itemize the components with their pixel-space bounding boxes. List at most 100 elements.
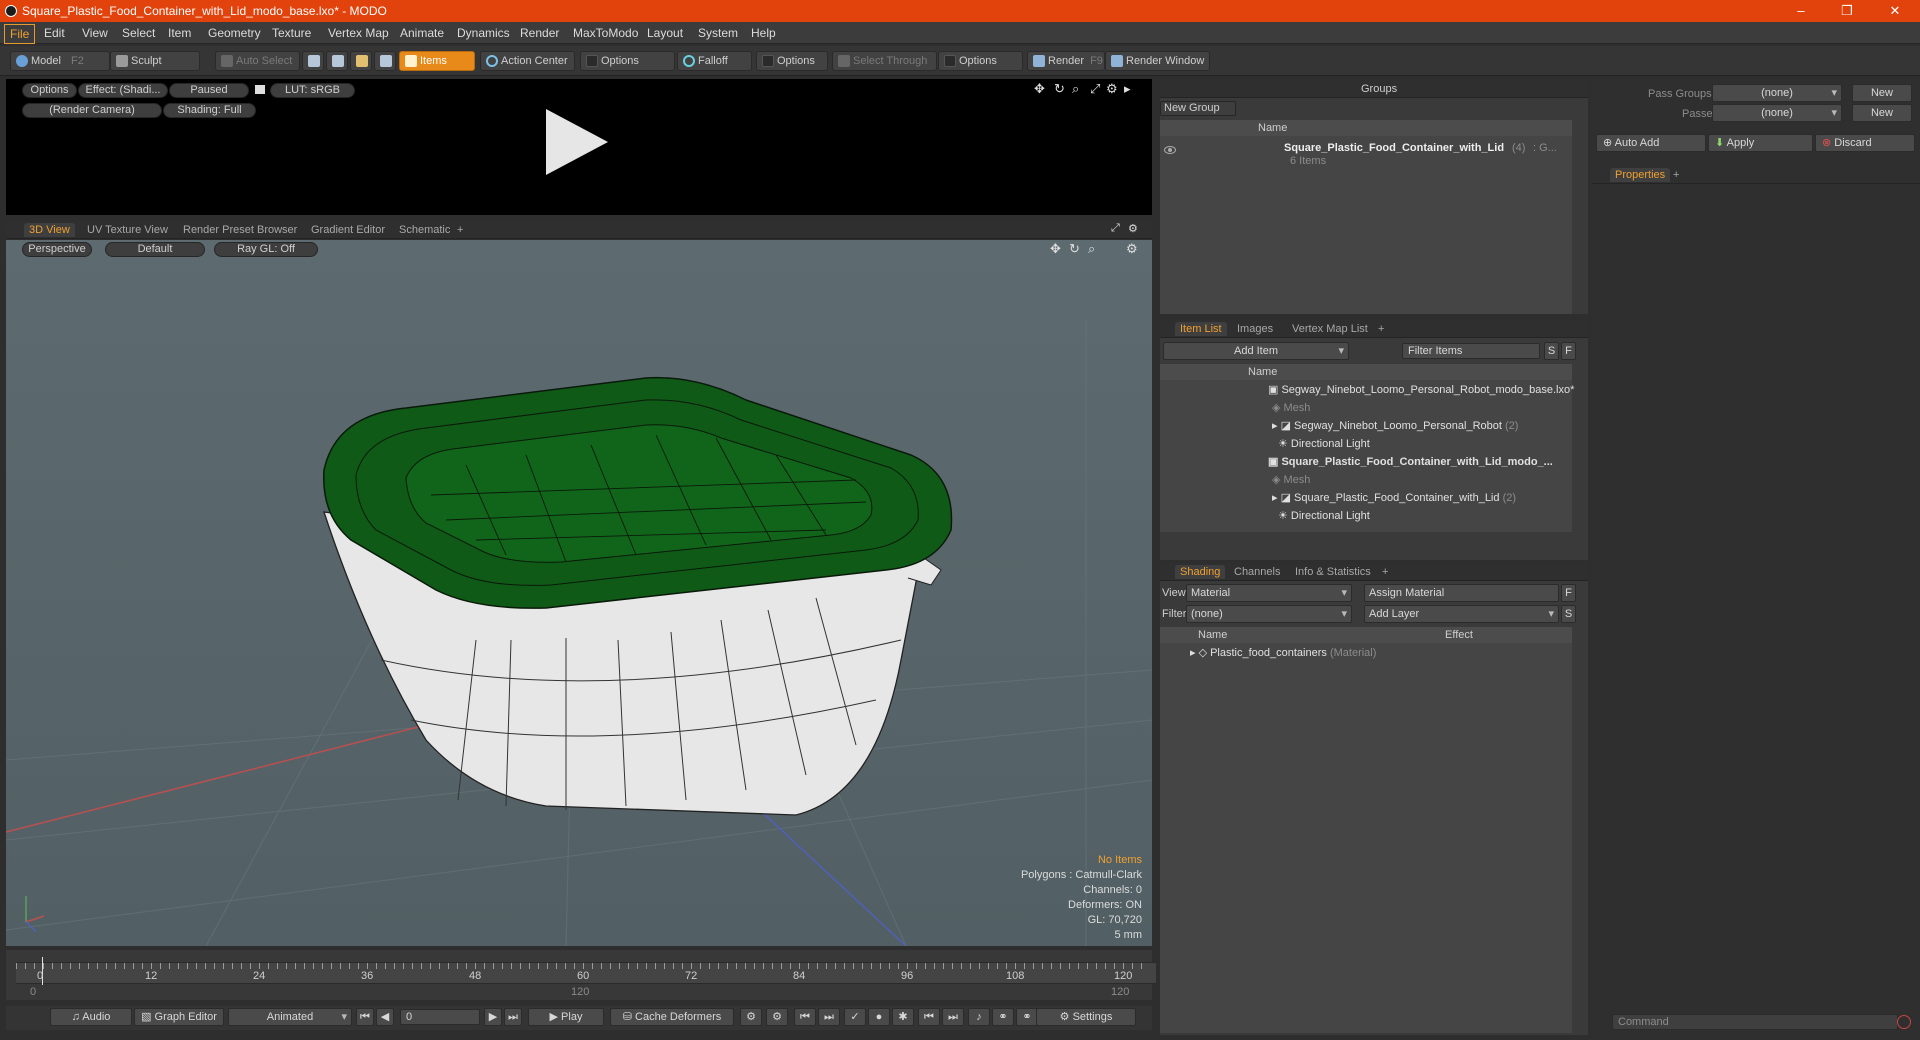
render-camera-dropdown[interactable]: (Render Camera) [22,103,162,118]
add-tab-button[interactable]: + [1377,565,1393,579]
menu-select[interactable]: Select [122,26,155,40]
add-layer-dropdown[interactable]: Add Layer [1364,605,1559,623]
menu-animate[interactable]: Animate [400,26,444,40]
select-through-options-button[interactable]: Options [938,51,1023,71]
tab-channels[interactable]: Channels [1229,565,1285,579]
preview-options-button[interactable]: Options [22,83,77,98]
zoom-view-icon[interactable]: ⌕ [1088,241,1095,257]
key-filter-icon[interactable]: ✱ [892,1008,914,1026]
material-row[interactable]: ▸ ◇ Plastic_food_containers (Material) [1190,646,1376,664]
passes-dropdown[interactable]: (none) [1712,104,1842,122]
menu-texture[interactable]: Texture [272,26,311,40]
tab-vertex-map-list[interactable]: Vertex Map List [1287,322,1373,336]
tab-properties[interactable]: Properties [1610,168,1671,182]
action-center-options-button[interactable]: Options [580,51,675,71]
materials-mode-button[interactable] [374,51,396,71]
menu-render[interactable]: Render [520,26,559,40]
shading-dropdown[interactable]: Shading: Full [163,103,256,118]
add-tab-button[interactable]: + [1373,322,1389,336]
preview-effect-dropdown[interactable]: Effect: (Shadi... [78,83,168,98]
filter-items-input[interactable]: Filter Items [1402,343,1540,359]
tab-gradient-editor[interactable]: Gradient Editor [306,223,390,237]
action-center-button[interactable]: Action Center [480,51,575,71]
move-view-icon[interactable]: ✥ [1050,241,1061,257]
tab-shading[interactable]: Shading [1175,565,1226,579]
gear-icon[interactable]: ⚙ [1128,222,1138,235]
perspective-dropdown[interactable]: Perspective [22,242,92,257]
move-view-icon[interactable]: ✥ [1034,81,1045,97]
model-mode-button[interactable]: Model F2 [10,51,110,71]
edges-mode-button[interactable] [326,51,348,71]
expand-arrow-icon[interactable]: ▸ [1124,81,1131,97]
menu-maxtomodo[interactable]: MaxToModo [573,26,638,40]
graph-editor-button[interactable]: ▧ Graph Editor [134,1008,224,1026]
settings-button[interactable]: ⚙ Settings [1036,1008,1136,1026]
menu-view[interactable]: View [82,26,108,40]
new-pass-group-button[interactable]: New [1852,84,1912,102]
tab-uv-texture-view[interactable]: UV Texture View [82,223,173,237]
auto-key-icon[interactable]: ✓ [844,1008,866,1026]
tab-item-list[interactable]: Item List [1175,322,1227,336]
auto-select-button[interactable]: Auto Select [215,51,300,71]
menu-vertex-map[interactable]: Vertex Map [328,26,389,40]
s-button[interactable]: S [1544,342,1559,360]
pass-groups-dropdown[interactable]: (none) [1712,84,1842,102]
next-key-icon[interactable]: ⏭ [818,1008,840,1026]
last-frame-button[interactable]: ⏭ [504,1008,522,1026]
sound-icon[interactable]: ♪ [968,1008,990,1026]
items-mode-button[interactable]: Items [399,51,475,71]
new-group-button[interactable]: New Group [1160,101,1236,116]
new-pass-button[interactable]: New [1852,104,1912,122]
list-item[interactable]: ▸ ◪ Segway_Ninebot_Loomo_Personal_Robot … [1272,419,1518,437]
restore-button[interactable]: ❐ [1832,2,1862,20]
preview-pause-button[interactable]: Paused [169,83,249,98]
render-button[interactable]: Render F9 [1027,51,1105,71]
add-tab-button[interactable]: + [1668,168,1684,182]
3d-viewport[interactable]: Perspective Default Ray GL: Off ✥ ↻ ⌕ ⚙ … [6,240,1152,946]
gear-icon[interactable]: ⚙ [1126,241,1138,257]
f-button[interactable]: F [1561,342,1576,360]
menu-file[interactable]: File [4,24,36,44]
list-item[interactable]: ☀ Directional Light [1278,437,1370,455]
falloff-button[interactable]: Falloff [677,51,752,71]
view-dropdown[interactable]: Material [1186,584,1352,602]
gear-icon[interactable]: ⚙ [1106,81,1118,97]
raygl-dropdown[interactable]: Ray GL: Off [214,242,318,257]
play-button[interactable]: ▶ Play [528,1008,604,1026]
polygons-mode-button[interactable] [350,51,372,71]
tab-images[interactable]: Images [1232,322,1278,336]
assign-material-button[interactable]: Assign Material [1364,584,1559,602]
rotate-view-icon[interactable]: ↻ [1069,241,1080,257]
link-icon[interactable]: ⚭ [1016,1008,1038,1026]
menu-layout[interactable]: Layout [647,26,683,40]
menu-edit[interactable]: Edit [44,26,65,40]
next-key-icon[interactable]: ⏭ [942,1008,964,1026]
list-item[interactable]: ▣ Square_Plastic_Food_Container_with_Lid… [1268,455,1553,473]
key-icon[interactable]: ⚙ [740,1008,762,1026]
list-item[interactable]: ▸ ◪ Square_Plastic_Food_Container_with_L… [1272,491,1516,509]
menu-item[interactable]: Item [168,26,191,40]
list-item[interactable]: ◈ Mesh [1272,401,1310,419]
zoom-view-icon[interactable]: ⌕ [1072,81,1079,97]
tab-info-statistics[interactable]: Info & Statistics [1290,565,1376,579]
minimize-button[interactable]: – [1786,2,1816,20]
animated-dropdown[interactable]: Animated [228,1008,352,1026]
apply-button[interactable]: ⬇ Apply [1708,134,1813,152]
vertices-mode-button[interactable] [302,51,324,71]
next-frame-button[interactable]: ▶ [484,1008,502,1026]
group-name[interactable]: Square_Plastic_Food_Container_with_Lid [1284,142,1504,154]
tab-3d-view[interactable]: 3D View [24,223,75,237]
prev-frame-button[interactable]: ◀ [376,1008,394,1026]
timeline[interactable]: 0 12 24 36 48 60 72 84 96 108 120 0 120 … [6,950,1156,1000]
menu-help[interactable]: Help [751,26,776,40]
record-icon[interactable]: ● [868,1008,890,1026]
f-button[interactable]: F [1561,584,1576,602]
select-through-button[interactable]: Select Through [832,51,937,71]
audio-button[interactable]: ♫ Audio [50,1008,132,1026]
sculpt-mode-button[interactable]: Sculpt [110,51,200,71]
key-icon[interactable]: ⚙ [766,1008,788,1026]
link-icon[interactable]: ⚭ [992,1008,1014,1026]
menu-dynamics[interactable]: Dynamics [457,26,510,40]
menu-system[interactable]: System [698,26,738,40]
maximize-icon[interactable]: ⤢ [1111,222,1120,235]
